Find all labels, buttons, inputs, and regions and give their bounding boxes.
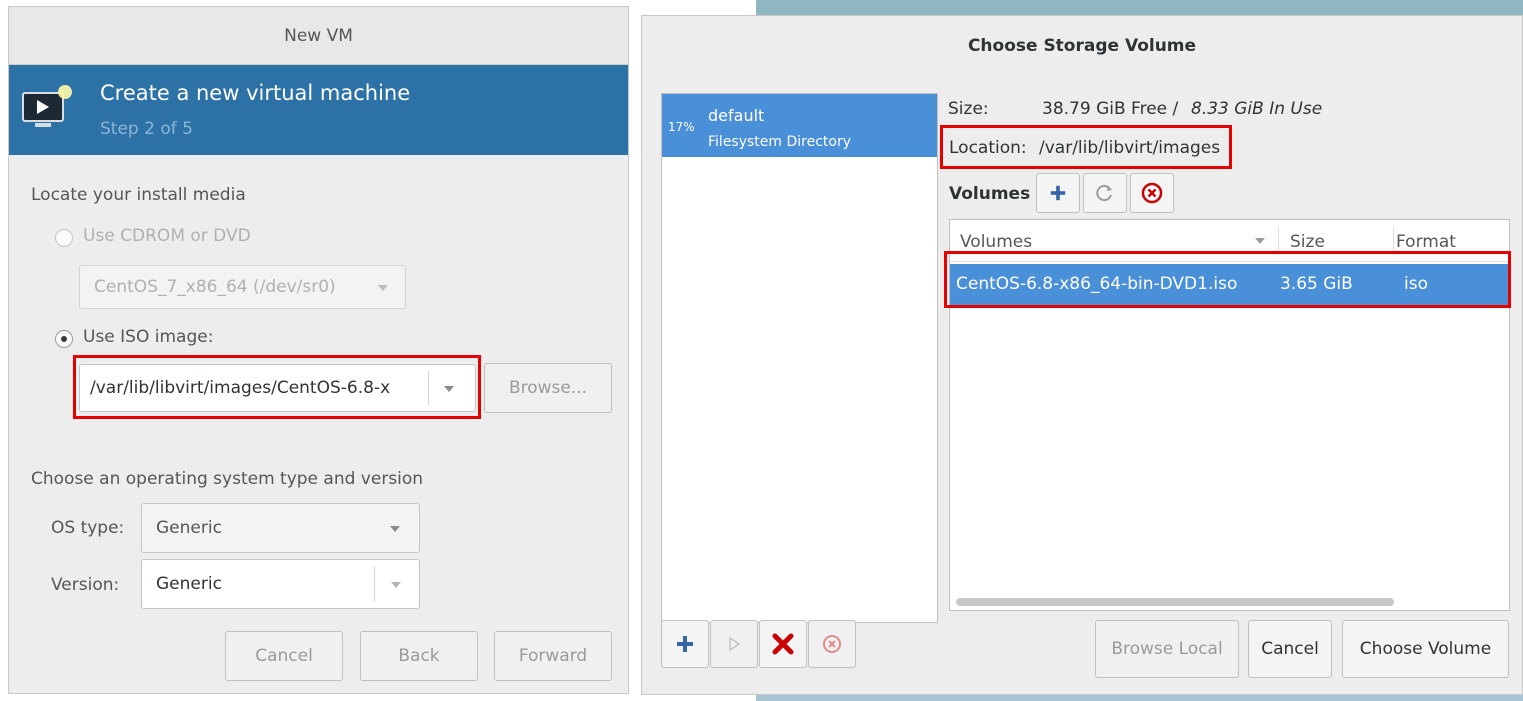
column-header-size[interactable]: Size bbox=[1290, 232, 1325, 252]
location-label: Location: bbox=[949, 138, 1027, 158]
pool-type: Filesystem Directory bbox=[708, 134, 852, 150]
plus-icon bbox=[1050, 185, 1066, 201]
stop-pool-button[interactable] bbox=[808, 620, 856, 668]
size-label: Size: bbox=[948, 99, 989, 119]
cdrom-device-value: CentOS_7_x86_64 (/dev/sr0) bbox=[94, 277, 336, 297]
cancel-button[interactable]: Cancel bbox=[225, 631, 343, 681]
size-in-use: 8.33 GiB In Use bbox=[1191, 99, 1323, 119]
horizontal-scrollbar[interactable] bbox=[956, 598, 1394, 606]
iso-path-input[interactable]: /var/lib/libvirt/images/CentOS-6.8-x bbox=[90, 365, 390, 411]
cancel-button[interactable]: Cancel bbox=[1248, 620, 1332, 678]
os-type-select[interactable]: Generic bbox=[141, 503, 420, 553]
plus-icon bbox=[677, 636, 693, 652]
monitor-icon bbox=[22, 85, 72, 127]
locate-media-label: Locate your install media bbox=[31, 185, 246, 205]
stop-icon bbox=[1141, 182, 1163, 204]
pool-toolbar bbox=[661, 620, 863, 668]
column-divider bbox=[1278, 228, 1279, 254]
back-button[interactable]: Back bbox=[360, 631, 478, 681]
window-title: New VM bbox=[9, 7, 628, 65]
version-combo[interactable]: Generic bbox=[141, 559, 420, 609]
new-vm-window: New VM Create a new virtual machine Step… bbox=[8, 6, 629, 694]
pool-usage-percent: 17% bbox=[668, 120, 695, 134]
delete-pool-button[interactable] bbox=[759, 620, 807, 668]
version-label: Version: bbox=[51, 575, 120, 595]
choose-volume-button[interactable]: Choose Volume bbox=[1342, 620, 1509, 678]
add-pool-button[interactable] bbox=[661, 620, 709, 668]
version-value[interactable]: Generic bbox=[156, 560, 222, 608]
size-free: 38.79 GiB Free / bbox=[1042, 99, 1179, 119]
browse-local-button[interactable]: Browse Local bbox=[1095, 620, 1239, 678]
table-row[interactable]: CentOS-6.8-x86_64-bin-DVD1.iso 3.65 GiB … bbox=[950, 264, 1509, 306]
play-icon bbox=[729, 636, 741, 652]
chevron-down-icon bbox=[390, 526, 400, 532]
chevron-down-icon[interactable] bbox=[444, 386, 454, 392]
delete-volume-button[interactable] bbox=[1130, 173, 1174, 213]
combo-divider bbox=[428, 371, 429, 405]
column-divider bbox=[1393, 228, 1394, 254]
volumes-label: Volumes bbox=[949, 184, 1031, 204]
add-volume-button[interactable] bbox=[1036, 173, 1080, 213]
pool-item-default[interactable]: 17% default Filesystem Directory bbox=[662, 94, 937, 157]
volume-size: 3.65 GiB bbox=[1280, 274, 1353, 294]
column-header-volumes[interactable]: Volumes bbox=[960, 232, 1032, 252]
cdrom-device-select[interactable]: CentOS_7_x86_64 (/dev/sr0) bbox=[79, 265, 406, 309]
os-type-value: Generic bbox=[156, 518, 222, 538]
window-title: Choose Storage Volume bbox=[967, 36, 1197, 56]
chevron-down-icon[interactable] bbox=[391, 582, 401, 588]
table-header: Volumes Size Format bbox=[950, 220, 1509, 262]
iso-radio-label: Use ISO image: bbox=[83, 327, 214, 347]
pool-name: default bbox=[708, 106, 765, 125]
refresh-volumes-button[interactable] bbox=[1083, 173, 1127, 213]
chevron-down-icon bbox=[378, 285, 388, 291]
column-header-format[interactable]: Format bbox=[1396, 232, 1456, 252]
wizard-banner: Create a new virtual machine Step 2 of 5 bbox=[9, 65, 628, 155]
cdrom-radio[interactable] bbox=[55, 229, 73, 247]
choose-storage-volume-window: Choose Storage Volume 17% default Filesy… bbox=[641, 15, 1523, 695]
browse-button[interactable]: Browse... bbox=[484, 363, 612, 413]
iso-path-combo[interactable]: /var/lib/libvirt/images/CentOS-6.8-x bbox=[79, 364, 476, 412]
sort-down-icon bbox=[1255, 238, 1265, 244]
os-type-label: OS type: bbox=[51, 518, 125, 538]
volume-name: CentOS-6.8-x86_64-bin-DVD1.iso bbox=[956, 274, 1238, 294]
volumes-table[interactable]: Volumes Size Format CentOS-6.8-x86_64-bi… bbox=[949, 219, 1510, 611]
forward-button[interactable]: Forward bbox=[494, 631, 612, 681]
wizard-step: Step 2 of 5 bbox=[100, 119, 193, 139]
desktop-strip bbox=[756, 0, 1523, 16]
delete-x-icon bbox=[772, 633, 794, 655]
wizard-title: Create a new virtual machine bbox=[100, 81, 411, 105]
combo-divider bbox=[374, 566, 375, 602]
iso-radio[interactable] bbox=[55, 330, 73, 348]
storage-pool-list[interactable]: 17% default Filesystem Directory bbox=[661, 93, 938, 623]
location-value: /var/lib/libvirt/images bbox=[1039, 138, 1221, 158]
start-pool-button[interactable] bbox=[710, 620, 758, 668]
os-section-label: Choose an operating system type and vers… bbox=[31, 469, 424, 489]
volume-format: iso bbox=[1404, 274, 1428, 294]
stop-icon bbox=[823, 635, 841, 653]
cdrom-radio-label: Use CDROM or DVD bbox=[83, 226, 251, 246]
refresh-icon bbox=[1096, 185, 1112, 202]
